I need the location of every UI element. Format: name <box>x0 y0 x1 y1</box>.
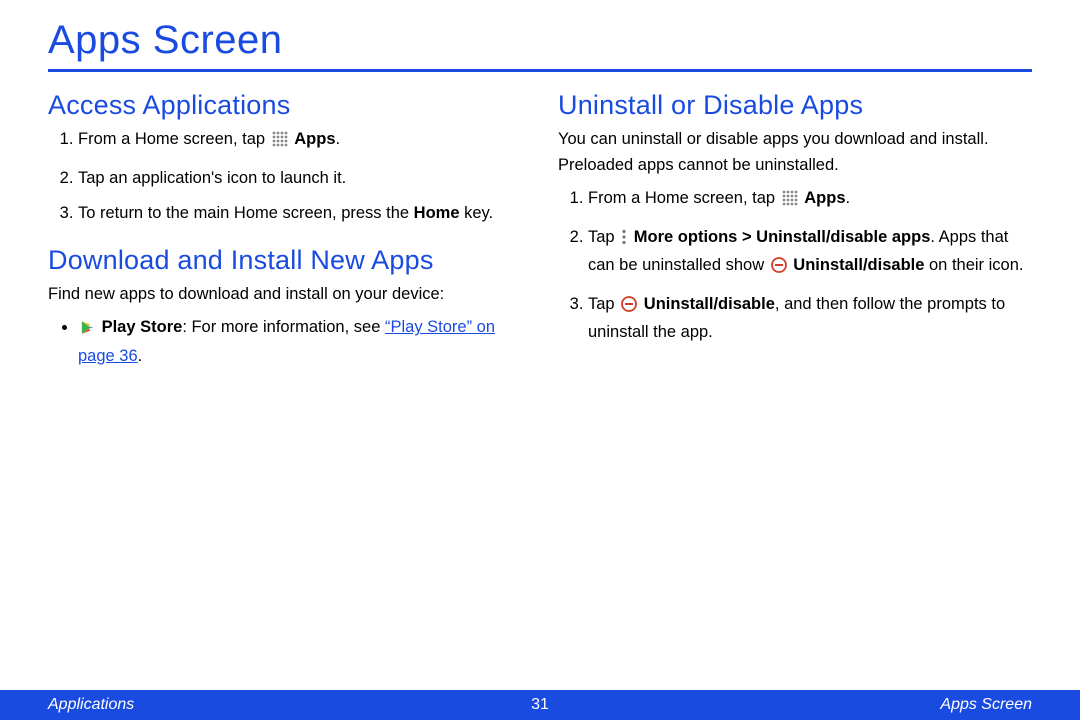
section-heading-uninstall-disable: Uninstall or Disable Apps <box>558 90 1032 121</box>
section-intro: You can uninstall or disable apps you do… <box>558 127 1032 178</box>
bullet-text: : For more information, see <box>182 318 385 336</box>
step-text: Tap <box>588 295 619 313</box>
footer-page-number: 31 <box>531 696 549 714</box>
uninstall-disable-icon <box>771 256 787 282</box>
list-item: To return to the main Home screen, press… <box>78 201 522 227</box>
step-text-bold: Apps <box>294 130 335 148</box>
right-column: Uninstall or Disable Apps You can uninst… <box>558 86 1032 379</box>
step-text: Tap <box>588 228 619 246</box>
title-rule <box>48 69 1032 72</box>
step-text: . <box>336 130 341 148</box>
list-item: From a Home screen, tap Apps. <box>78 127 522 156</box>
apps-grid-icon <box>782 189 798 215</box>
access-applications-steps: From a Home screen, tap Apps. <box>48 127 522 227</box>
left-column: Access Applications From a Home screen, … <box>48 86 522 379</box>
play-store-icon <box>80 318 95 344</box>
page-title: Apps Screen <box>48 18 1032 69</box>
step-text: . <box>846 189 851 207</box>
step-text-bold: More options > Uninstall/disable apps <box>634 228 931 246</box>
uninstall-disable-steps: From a Home screen, tap Apps. <box>558 186 1032 346</box>
download-install-list: Play Store: For more information, see “P… <box>48 315 522 369</box>
list-item: Tap More options > Uninstall/disable app… <box>588 225 1032 282</box>
section-heading-download-install: Download and Install New Apps <box>48 245 522 276</box>
step-text: on their icon. <box>924 256 1023 274</box>
step-text-bold: Uninstall/disable <box>644 295 775 313</box>
footer-right: Apps Screen <box>940 696 1032 714</box>
step-text-bold: Uninstall/disable <box>793 256 924 274</box>
uninstall-disable-icon <box>621 295 637 321</box>
list-item: Play Store: For more information, see “P… <box>78 315 522 369</box>
two-column-layout: Access Applications From a Home screen, … <box>48 86 1032 379</box>
list-item: Tap Uninstall/disable, and then follow t… <box>588 292 1032 346</box>
step-text: key. <box>460 204 494 222</box>
page-footer: Applications 31 Apps Screen <box>0 690 1080 720</box>
document-page: Apps Screen Access Applications From a H… <box>0 0 1080 720</box>
step-text: From a Home screen, tap <box>78 130 270 148</box>
more-options-icon <box>621 228 627 254</box>
list-item: Tap an application's icon to launch it. <box>78 166 522 192</box>
step-text: Tap an application's icon to launch it. <box>78 169 346 187</box>
bullet-text-bold: Play Store <box>102 318 183 336</box>
bullet-text: . <box>138 347 143 365</box>
step-text: To return to the main Home screen, press… <box>78 204 414 222</box>
section-heading-access-applications: Access Applications <box>48 90 522 121</box>
step-text-bold: Home <box>414 204 460 222</box>
step-text: From a Home screen, tap <box>588 189 780 207</box>
footer-left: Applications <box>48 696 134 714</box>
list-item: From a Home screen, tap Apps. <box>588 186 1032 215</box>
section-intro: Find new apps to download and install on… <box>48 282 522 308</box>
step-text-bold: Apps <box>804 189 845 207</box>
apps-grid-icon <box>272 130 288 156</box>
